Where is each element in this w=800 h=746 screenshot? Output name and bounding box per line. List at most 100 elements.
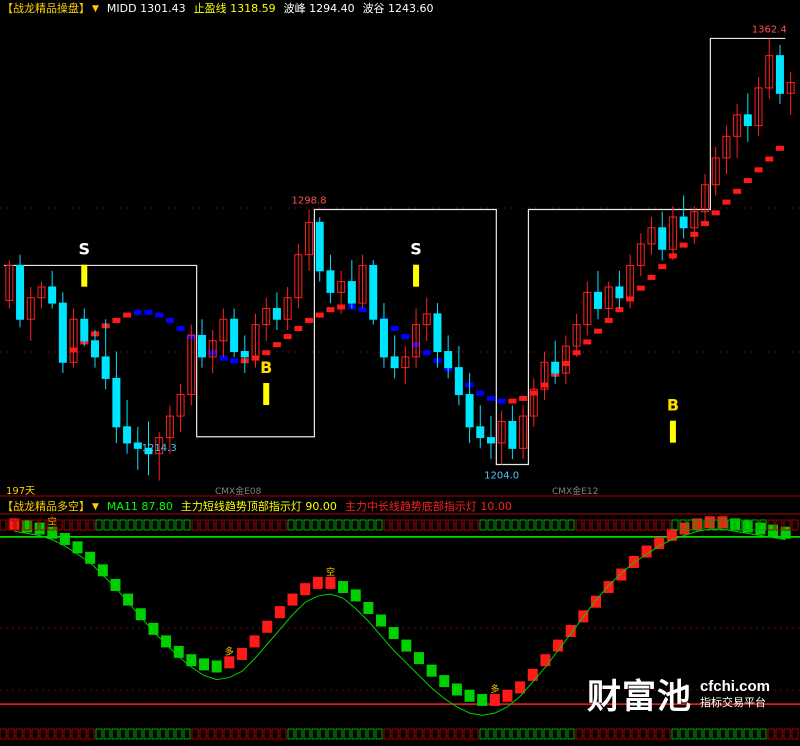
ribbon-segment	[422, 350, 431, 356]
candle-body	[465, 394, 474, 428]
candle-body	[476, 426, 485, 439]
ribbon-segment	[765, 156, 774, 162]
oscillator-bar	[439, 675, 450, 688]
signal-bar	[263, 383, 270, 406]
indicator-light	[223, 519, 231, 531]
axis-mark: CMX金E12	[552, 485, 598, 497]
indicator-light	[239, 519, 247, 531]
ribbon-segment	[508, 398, 517, 404]
watermark-domain: cfchi.com	[699, 677, 770, 695]
indicator-light	[63, 519, 71, 531]
candle-body	[369, 264, 378, 320]
oscillator-bar	[413, 652, 424, 665]
ribbon-segment	[283, 334, 292, 340]
indicator-light	[431, 519, 439, 531]
indicator-light	[87, 519, 95, 531]
bottom-indicator-name[interactable]: 【战龙精品多空】	[2, 499, 90, 515]
indicator-light	[183, 519, 191, 531]
oscillator-bar	[502, 689, 513, 702]
indicator-light	[671, 519, 679, 531]
indicator-light	[615, 519, 623, 531]
bottom-legend-item: MA11 87.80	[106, 500, 173, 513]
ribbon-segment	[743, 178, 752, 184]
ribbon-segment	[647, 274, 656, 280]
top-indicator-name[interactable]: 【战龙精品操盘】	[2, 1, 90, 17]
top-legend: MIDD 1301.43 止盈线 1318.59 波峰 1294.40 波谷 1243…	[107, 1, 434, 17]
candle-body	[551, 361, 560, 374]
indicator-light	[399, 728, 407, 740]
oscillator-bar	[199, 658, 209, 671]
indicator-light	[375, 519, 383, 531]
candle-body	[390, 356, 399, 369]
bottom-legend-item: 主力中长线趋势底部指示灯 10.00	[344, 500, 512, 513]
indicator-light	[287, 519, 295, 531]
indicator-light	[463, 728, 471, 740]
oscillator-bar	[85, 551, 96, 564]
ribbon-segment	[519, 395, 528, 401]
indicator-light	[343, 728, 351, 740]
indicator-light	[439, 728, 447, 740]
ribbon-segment	[144, 309, 153, 315]
candle-body	[326, 270, 335, 293]
oscillator-bar	[135, 608, 146, 621]
signal-s: S	[410, 240, 422, 259]
indicator-light	[775, 728, 783, 740]
indicator-light	[135, 728, 143, 740]
indicator-light	[791, 728, 799, 740]
indicator-light	[239, 728, 247, 740]
indicator-light	[279, 728, 287, 740]
indicator-light	[351, 519, 359, 531]
indicator-light	[111, 519, 119, 531]
indicator-light	[335, 519, 343, 531]
indicator-light	[103, 519, 111, 531]
indicator-light	[207, 728, 215, 740]
price-label: 1214.3	[142, 443, 177, 454]
oscillator-bar	[603, 581, 614, 594]
ribbon-segment	[486, 395, 495, 401]
top-legend-item: MIDD 1301.43	[106, 2, 186, 15]
indicator-light	[151, 519, 159, 531]
indicator-light	[423, 519, 431, 531]
indicator-light	[607, 728, 615, 740]
indicator-light	[327, 519, 335, 531]
indicator-light	[247, 519, 255, 531]
oscillator-bar	[540, 654, 551, 667]
oscillator-label: 多	[490, 683, 499, 695]
indicator-light	[199, 519, 207, 531]
oscillator-bar	[249, 635, 260, 648]
indicator-light	[47, 728, 55, 740]
indicator-light	[303, 519, 311, 531]
indicator-light	[135, 519, 143, 531]
indicator-light	[455, 728, 463, 740]
candle-body	[486, 437, 495, 444]
indicator-light	[175, 728, 183, 740]
candle-body	[133, 442, 142, 449]
indicator-light	[367, 728, 375, 740]
indicator-light	[599, 728, 607, 740]
ribbon-segment	[133, 309, 142, 315]
chevron-down-icon[interactable]: ▼	[92, 499, 99, 515]
indicator-light	[303, 728, 311, 740]
indicator-light	[535, 728, 543, 740]
indicator-light	[479, 728, 487, 740]
indicator-light	[727, 728, 735, 740]
indicator-light	[255, 728, 263, 740]
chevron-down-icon[interactable]: ▼	[92, 1, 99, 17]
price-label: 1362.4	[752, 24, 787, 35]
ribbon-segment	[711, 210, 720, 216]
ribbon-segment	[636, 285, 645, 291]
indicator-light	[671, 728, 679, 740]
ribbon-segment	[401, 334, 410, 340]
ribbon-segment	[594, 328, 602, 334]
indicator-light	[215, 519, 223, 531]
candle-body	[433, 313, 442, 353]
indicator-light	[703, 728, 711, 740]
indicator-light	[335, 728, 343, 740]
ribbon-segment	[476, 390, 485, 396]
indicator-light	[167, 728, 175, 740]
indicator-light	[743, 728, 751, 740]
indicator-light	[359, 519, 367, 531]
indicator-light	[663, 519, 671, 531]
ribbon-segment	[733, 188, 742, 194]
indicator-light	[623, 519, 631, 531]
